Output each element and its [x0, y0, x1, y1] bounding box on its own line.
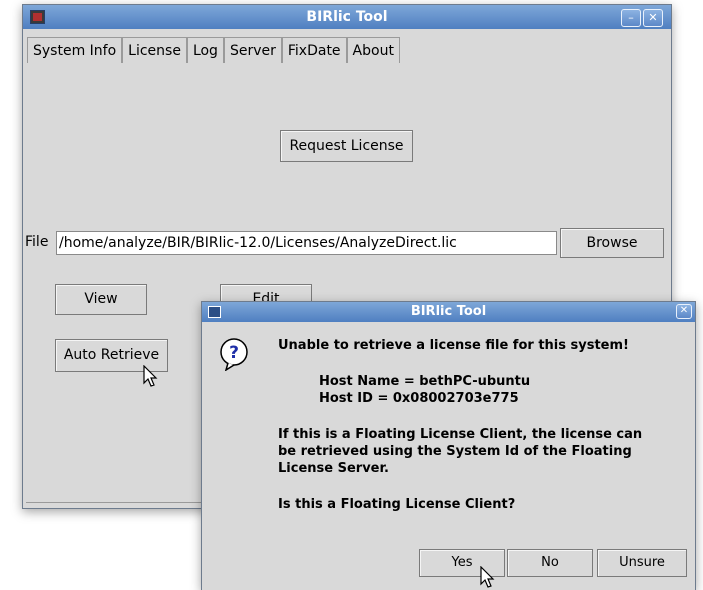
file-path-input[interactable]: /home/analyze/BIR/BIRlic-12.0/Licenses/A…: [56, 231, 557, 255]
close-icon[interactable]: ✕: [643, 9, 663, 27]
window-menu-icon[interactable]: [30, 10, 45, 24]
question-text: Is this a Floating License Client?: [278, 497, 516, 512]
host-name: Host Name = bethPC-ubuntu: [319, 374, 531, 389]
no-button[interactable]: No: [507, 549, 593, 577]
host-id: Host ID = 0x08002703e775: [319, 391, 519, 406]
mouse-pointer-icon: [143, 365, 158, 387]
main-titlebar[interactable]: BIRlic Tool: [23, 5, 671, 29]
main-window-title: BIRlic Tool: [306, 9, 388, 25]
view-button[interactable]: View: [55, 284, 147, 315]
tab-system-info[interactable]: System Info: [27, 37, 123, 63]
info-line2: be retrieved using the System Id of the …: [278, 444, 632, 459]
file-label: File: [25, 234, 49, 250]
tab-bar: System Info License Log Server FixDate A…: [27, 37, 671, 63]
minimize-icon[interactable]: –: [621, 9, 641, 27]
info-line3: License Server.: [278, 461, 389, 476]
mouse-pointer-icon-2: [480, 566, 495, 588]
tab-server[interactable]: Server: [223, 37, 282, 63]
dialog-titlebar[interactable]: BIRlic Tool: [202, 302, 695, 322]
dialog-close-icon[interactable]: ✕: [676, 304, 692, 319]
dialog-menu-icon[interactable]: [208, 306, 221, 318]
unsure-button[interactable]: Unsure: [597, 549, 687, 577]
tab-log[interactable]: Log: [186, 37, 224, 63]
info-line1: If this is a Floating License Client, th…: [278, 427, 643, 442]
browse-button[interactable]: Browse: [560, 228, 664, 258]
request-license-button[interactable]: Request License: [280, 130, 413, 162]
tab-fixdate[interactable]: FixDate: [281, 37, 347, 63]
tab-about[interactable]: About: [346, 37, 400, 63]
svg-text:?: ?: [229, 343, 239, 363]
message-line1: Unable to retrieve a license file for th…: [278, 338, 629, 353]
dialog-window: BIRlic Tool ✕ ? Unable to retrieve a lic…: [201, 301, 696, 590]
tab-license[interactable]: License: [122, 37, 187, 63]
question-icon: ?: [220, 338, 248, 371]
dialog-title: BIRlic Tool: [410, 304, 487, 319]
